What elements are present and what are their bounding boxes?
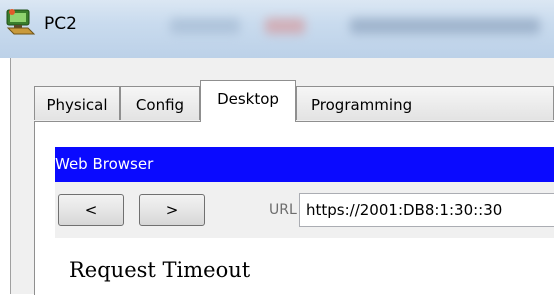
forward-button[interactable]: > — [139, 194, 205, 226]
title-bar-blur — [265, 18, 305, 34]
title-bar-blur — [170, 18, 240, 34]
tab-physical[interactable]: Physical — [34, 86, 120, 120]
tab-config[interactable]: Config — [120, 86, 200, 120]
pc2-window: PC2 Physical Config Desktop Programming … — [0, 0, 554, 295]
back-button[interactable]: < — [58, 194, 124, 226]
title-bar-blur — [350, 18, 540, 34]
web-browser-title-bar: Web Browser — [55, 147, 554, 182]
browser-navigation-bar: < > URL https://2001:DB8:1:30::30 — [55, 182, 554, 238]
window-title: PC2 — [44, 14, 77, 34]
url-label: URL — [269, 202, 297, 218]
browser-page-content: Request Timeout — [55, 238, 554, 294]
title-bar[interactable]: PC2 — [0, 0, 554, 58]
pc-icon — [6, 9, 36, 35]
tab-desktop[interactable]: Desktop — [200, 80, 296, 122]
url-input[interactable]: https://2001:DB8:1:30::30 — [299, 193, 554, 227]
tab-programming[interactable]: Programming — [296, 86, 554, 120]
page-message: Request Timeout — [69, 258, 251, 282]
